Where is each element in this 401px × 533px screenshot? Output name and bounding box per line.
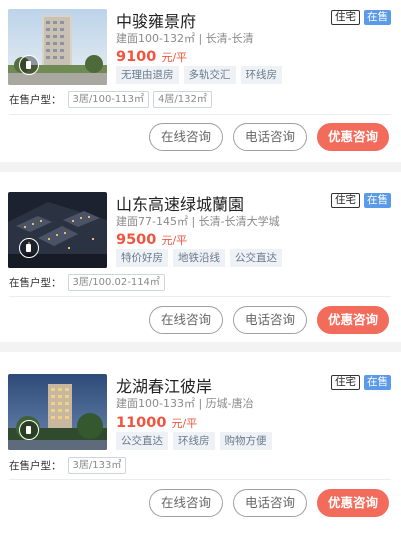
unit-types-label: 在售户型： bbox=[9, 277, 62, 289]
area-location-text: 建面100-133㎡ | 历城-唐冶 bbox=[116, 397, 254, 410]
area-location-text: 建面100-132㎡ | 长清-长清 bbox=[116, 32, 254, 45]
sale-status-badge: 在售 bbox=[364, 10, 391, 25]
feature-tag: 公交直达 bbox=[230, 249, 282, 267]
card-separator bbox=[0, 342, 401, 352]
listing-name[interactable]: 龙湖春江彼岸 bbox=[116, 373, 212, 397]
unit-types-row: 在售户型： 3居/100.02-114㎡ bbox=[9, 274, 165, 291]
feature-tag: 公交直达 bbox=[116, 432, 168, 450]
feature-tag: 环线房 bbox=[240, 66, 282, 84]
divider bbox=[9, 296, 391, 297]
price-unit: 元/平 bbox=[161, 51, 188, 64]
divider bbox=[9, 479, 391, 480]
phone-consult-button[interactable]: 电话咨询 bbox=[233, 123, 307, 151]
building-photo bbox=[8, 374, 107, 450]
building-photo bbox=[8, 9, 107, 85]
listing-photo[interactable] bbox=[8, 192, 107, 268]
feature-tag: 多轨交汇 bbox=[183, 66, 236, 84]
price: 9100 元/平 bbox=[116, 46, 187, 65]
feature-tags: 无理由退房 多轨交汇 环线房 bbox=[116, 66, 282, 84]
feature-tags: 特价好房 地铁沿线 公交直达 bbox=[116, 249, 282, 267]
feature-tags: 公交直达 环线房 购物方便 bbox=[116, 432, 272, 450]
online-consult-button[interactable]: 在线咨询 bbox=[149, 489, 223, 517]
feature-tag: 购物方便 bbox=[219, 432, 272, 450]
unit-types-label: 在售户型： bbox=[9, 460, 62, 472]
unit-type-chip[interactable]: 3居/100.02-114㎡ bbox=[67, 274, 165, 291]
card-separator bbox=[0, 162, 401, 172]
listing-name[interactable]: 山东高速绿城蘭園 bbox=[116, 191, 244, 215]
online-consult-button[interactable]: 在线咨询 bbox=[149, 123, 223, 151]
listing-card[interactable]: 龙湖春江彼岸 住宅 在售 建面100-133㎡ | 历城-唐冶 11000 元/… bbox=[0, 352, 401, 533]
listing-photo[interactable] bbox=[8, 374, 107, 450]
unit-type-chip[interactable]: 3居/133㎡ bbox=[67, 457, 127, 474]
listing-photo[interactable] bbox=[8, 9, 107, 85]
phone-consult-button[interactable]: 电话咨询 bbox=[233, 306, 307, 334]
discount-consult-button[interactable]: 优惠咨询 bbox=[317, 489, 389, 517]
property-type-badge: 住宅 bbox=[331, 10, 360, 25]
listing-card[interactable]: 山东高速绿城蘭園 住宅 在售 建面77-145㎡ | 长清-长清大学城 9500… bbox=[0, 172, 401, 342]
listing-card[interactable]: 中骏雍景府 住宅 在售 建面100-132㎡ | 长清-长清 9100 元/平 … bbox=[0, 0, 401, 162]
building-photo bbox=[8, 192, 107, 268]
price-value: 9500 bbox=[116, 232, 157, 248]
sale-status-badge: 在售 bbox=[364, 375, 391, 390]
price-value: 11000 bbox=[116, 415, 167, 431]
video-play-icon[interactable] bbox=[19, 238, 39, 258]
price: 11000 元/平 bbox=[116, 412, 197, 431]
online-consult-button[interactable]: 在线咨询 bbox=[149, 306, 223, 334]
discount-consult-button[interactable]: 优惠咨询 bbox=[317, 306, 389, 334]
video-play-icon[interactable] bbox=[19, 55, 39, 75]
price: 9500 元/平 bbox=[116, 229, 187, 248]
unit-types-label: 在售户型： bbox=[9, 94, 62, 106]
unit-type-chip[interactable]: 3居/100-113㎡ bbox=[67, 91, 150, 108]
price-value: 9100 bbox=[116, 49, 157, 65]
listing-name[interactable]: 中骏雍景府 bbox=[116, 8, 196, 32]
unit-types-row: 在售户型： 3居/133㎡ bbox=[9, 457, 127, 474]
feature-tag: 无理由退房 bbox=[116, 66, 179, 84]
feature-tag: 地铁沿线 bbox=[173, 249, 225, 267]
unit-type-chip[interactable]: 4居/132㎡ bbox=[153, 91, 212, 108]
discount-consult-button[interactable]: 优惠咨询 bbox=[317, 123, 389, 151]
property-type-badge: 住宅 bbox=[331, 375, 360, 390]
divider bbox=[9, 114, 391, 115]
price-unit: 元/平 bbox=[161, 234, 188, 247]
property-type-badge: 住宅 bbox=[331, 193, 360, 208]
feature-tag: 特价好房 bbox=[116, 249, 168, 267]
sale-status-badge: 在售 bbox=[364, 193, 391, 208]
phone-consult-button[interactable]: 电话咨询 bbox=[233, 489, 307, 517]
unit-types-row: 在售户型： 3居/100-113㎡ 4居/132㎡ bbox=[9, 91, 212, 108]
video-play-icon[interactable] bbox=[19, 420, 39, 440]
area-location-text: 建面77-145㎡ | 长清-长清大学城 bbox=[116, 215, 280, 228]
price-unit: 元/平 bbox=[171, 417, 198, 430]
feature-tag: 环线房 bbox=[173, 432, 215, 450]
